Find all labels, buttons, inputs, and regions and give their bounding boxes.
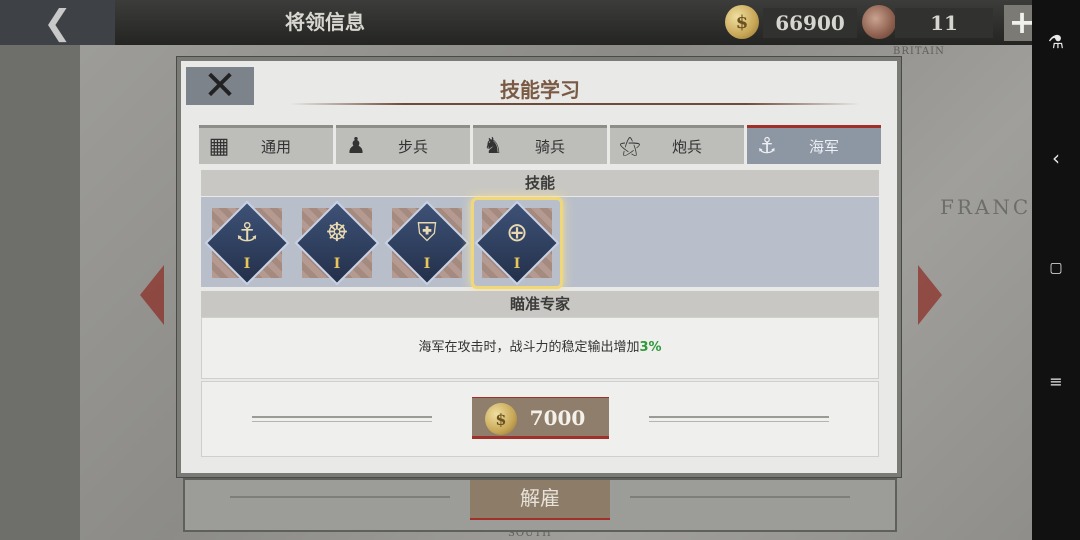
back-button[interactable]: ❮ xyxy=(0,0,115,45)
menu-nav-icon[interactable]: ≡ xyxy=(1032,372,1080,391)
grid-icon: ▦ xyxy=(208,133,230,159)
tab-label: 海军 xyxy=(808,137,839,156)
skills-header: 技能 xyxy=(201,170,879,196)
description-value: 3% xyxy=(639,340,662,355)
prev-arrow-icon[interactable] xyxy=(140,265,164,325)
skill-slot-selected[interactable]: ⊕ I xyxy=(474,200,560,286)
gold-count: 66900 xyxy=(763,8,857,38)
ship-location-icon: ⚓ xyxy=(235,218,259,248)
skill-slot[interactable]: ☸ I xyxy=(294,200,380,286)
skill-level: I xyxy=(243,256,251,272)
divider xyxy=(649,421,829,422)
gold-coin-icon: $ xyxy=(725,5,759,39)
medal-icon xyxy=(862,5,896,39)
home-nav-icon[interactable]: ▢ xyxy=(1032,260,1080,276)
divider xyxy=(630,496,850,498)
map-label-france: FRANCE xyxy=(940,195,1032,219)
divider xyxy=(230,496,450,498)
divider xyxy=(252,421,432,422)
top-bar: ❮ 将领信息 $ 66900 11 + xyxy=(0,0,1040,45)
gold-coin-icon: $ xyxy=(485,403,517,435)
accessibility-icon[interactable]: ⚗ xyxy=(1032,32,1080,53)
crosshair-icon: ⊕ xyxy=(506,218,528,248)
tab-general[interactable]: ▦ 通用 xyxy=(199,125,333,164)
dismiss-general-button[interactable]: 解雇 xyxy=(470,480,610,520)
dialog-title: 技能学习 xyxy=(500,78,580,102)
skill-description: 海军在攻击时，战斗力的稳定输出增加3% xyxy=(201,317,879,379)
medal-count: 11 xyxy=(895,8,993,38)
tab-infantry[interactable]: ♟ 步兵 xyxy=(336,125,470,164)
skill-name: 瞄准专家 xyxy=(201,291,879,317)
horse-icon: ♞ xyxy=(483,133,503,159)
close-button[interactable]: ✕ xyxy=(186,66,254,106)
tab-label: 步兵 xyxy=(397,137,428,156)
infantry-icon: ♟ xyxy=(346,133,366,159)
ship-wheel-icon: ☸ xyxy=(325,218,349,248)
tab-artillery[interactable]: ⚝ 炮兵 xyxy=(610,125,744,164)
tab-navy[interactable]: ⚓ 海军 xyxy=(747,125,881,164)
map-left-strip xyxy=(0,45,80,540)
ship-shield-icon: ⛨ xyxy=(417,218,437,248)
divider xyxy=(649,416,829,418)
close-icon: ✕ xyxy=(203,63,237,109)
description-text: 海军在攻击时，战斗力的稳定输出增加 xyxy=(418,340,640,355)
tab-label: 炮兵 xyxy=(671,137,702,156)
skill-slot[interactable]: ⚓ I xyxy=(204,200,290,286)
title-underline xyxy=(290,103,860,105)
cannon-icon: ⚝ xyxy=(619,133,641,159)
system-nav-bar: ⚗ ‹ ▢ ≡ xyxy=(1032,0,1080,540)
skill-cost: 7000 xyxy=(529,406,586,430)
back-nav-icon[interactable]: ‹ xyxy=(1032,146,1080,170)
skill-level: I xyxy=(513,256,521,272)
skill-level: I xyxy=(333,256,341,272)
tab-label: 骑兵 xyxy=(534,137,565,156)
skill-level: I xyxy=(423,256,431,272)
chevron-left-icon: ❮ xyxy=(43,2,72,43)
map-label-britain: BRITAIN xyxy=(893,46,945,57)
tab-cavalry[interactable]: ♞ 骑兵 xyxy=(473,125,607,164)
next-arrow-icon[interactable] xyxy=(918,265,942,325)
tab-label: 通用 xyxy=(260,137,291,156)
page-title: 将领信息 xyxy=(285,10,365,34)
skill-slot[interactable]: ⛨ I xyxy=(384,200,470,286)
anchor-icon: ⚓ xyxy=(757,133,777,159)
divider xyxy=(252,416,432,418)
